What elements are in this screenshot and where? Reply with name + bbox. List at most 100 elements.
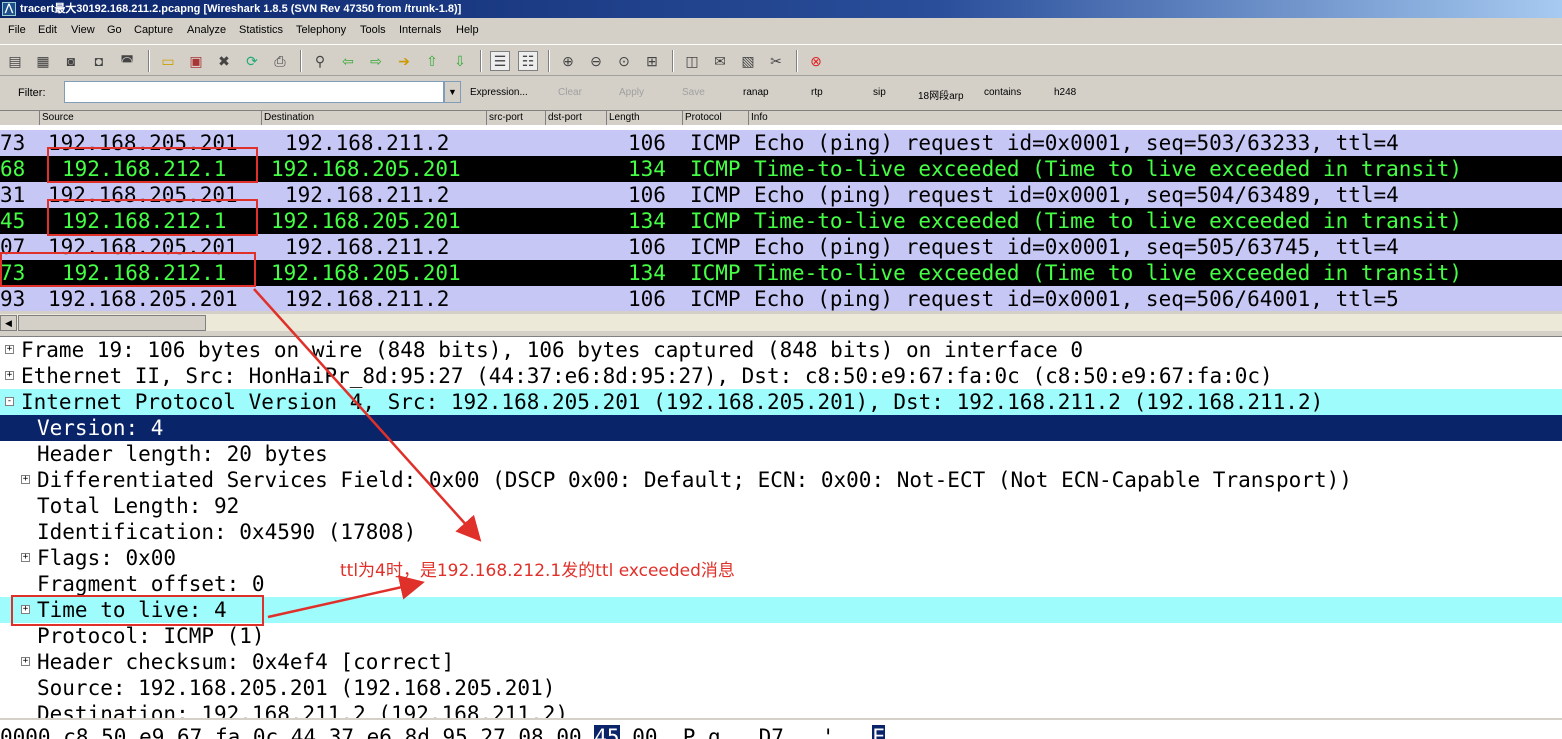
packet-protocol: ICMP — [690, 261, 741, 285]
menu-capture[interactable]: Capture — [134, 24, 173, 36]
filter-shortcut-ranap[interactable]: ranap — [743, 87, 769, 98]
menu-go[interactable]: Go — [107, 24, 122, 36]
expression-button[interactable]: Expression... — [470, 87, 528, 98]
filter-shortcut-contains[interactable]: contains — [984, 87, 1021, 98]
menu-analyze[interactable]: Analyze — [187, 24, 226, 36]
expand-icon[interactable]: + — [21, 553, 30, 562]
packet-row[interactable]: 93 192.168.205.201 192.168.211.2 106 ICM… — [0, 286, 1562, 311]
detail-source[interactable]: Source: 192.168.205.201 (192.168.205.201… — [0, 675, 1562, 701]
detail-destination[interactable]: Destination: 192.168.211.2 (192.168.211.… — [0, 701, 1562, 718]
column-protocol[interactable]: Protocol — [682, 111, 748, 125]
annotation-box — [47, 147, 258, 183]
go-first-packet-icon[interactable]: ⇧ — [422, 51, 442, 71]
detail-ethernet[interactable]: + Ethernet II, Src: HonHaiPr_8d:95:27 (4… — [0, 363, 1562, 389]
wireshark-app-icon: ⋀ — [2, 2, 16, 16]
save-file-icon[interactable]: ▣ — [186, 51, 206, 71]
save-button[interactable]: Save — [682, 87, 705, 98]
collapse-icon[interactable]: - — [5, 397, 14, 406]
menu-file[interactable]: File — [8, 24, 26, 36]
help-icon[interactable]: ⊗ — [806, 51, 826, 71]
menu-tools[interactable]: Tools — [360, 24, 386, 36]
filter-shortcut-h248[interactable]: h248 — [1054, 87, 1076, 98]
packet-length: 106 — [628, 131, 666, 155]
packet-time: 45 — [0, 209, 26, 233]
menu-telephony[interactable]: Telephony — [296, 24, 346, 36]
start-capture-icon[interactable]: ◙ — [61, 51, 81, 71]
filter-input[interactable] — [64, 81, 444, 103]
menu-view[interactable]: View — [71, 24, 95, 36]
go-forward-icon[interactable]: ⇨ — [366, 51, 386, 71]
clear-button[interactable]: Clear — [558, 87, 582, 98]
packet-list-hscrollbar[interactable]: ◀ — [0, 313, 1562, 331]
detail-checksum[interactable]: + Header checksum: 0x4ef4 [correct] — [0, 649, 1562, 675]
detail-text: Internet Protocol Version 4, Src: 192.16… — [21, 390, 1324, 414]
expand-icon[interactable]: + — [21, 657, 30, 666]
column-length[interactable]: Length — [606, 111, 682, 125]
detail-protocol[interactable]: Protocol: ICMP (1) — [0, 623, 1562, 649]
column-dst-port[interactable]: dst-port — [545, 111, 606, 125]
detail-text: Fragment offset: 0 — [37, 572, 265, 596]
packet-details: + Frame 19: 106 bytes on wire (848 bits)… — [0, 336, 1562, 718]
detail-text: Destination: 192.168.211.2 (192.168.211.… — [37, 702, 569, 718]
packet-destination: 192.168.205.201 — [271, 157, 461, 181]
apply-button[interactable]: Apply — [619, 87, 644, 98]
detail-header-length[interactable]: Header length: 20 bytes — [0, 441, 1562, 467]
expand-icon[interactable]: + — [21, 475, 30, 484]
hex-line[interactable]: 0000 c8 50 e9 67 fa 0c 44 37 e6 8d 95 27… — [0, 724, 886, 739]
close-file-icon[interactable]: ✖ — [214, 51, 234, 71]
resize-columns-icon[interactable]: ⊞ — [642, 51, 662, 71]
reload-icon[interactable]: ⟳ — [242, 51, 262, 71]
ascii-selected: E — [872, 725, 886, 739]
toolbar-separator — [672, 50, 674, 72]
column-destination[interactable]: Destination — [261, 111, 486, 125]
go-back-icon[interactable]: ⇦ — [338, 51, 358, 71]
filter-shortcut-sip[interactable]: sip — [873, 87, 886, 98]
preferences-icon[interactable]: ✂ — [766, 51, 786, 71]
menu-edit[interactable]: Edit — [38, 24, 57, 36]
menu-help[interactable]: Help — [456, 24, 479, 36]
auto-scroll-icon[interactable]: ☷ — [518, 51, 538, 71]
annotation-box — [11, 595, 264, 626]
menu-statistics[interactable]: Statistics — [239, 24, 283, 36]
options-icon[interactable]: ▦ — [33, 51, 53, 71]
interfaces-icon[interactable]: ▤ — [5, 51, 25, 71]
detail-identification[interactable]: Identification: 0x4590 (17808) — [0, 519, 1562, 545]
filter-dropdown-icon[interactable]: ▼ — [444, 81, 461, 103]
expand-icon[interactable]: + — [5, 345, 14, 354]
go-to-packet-icon[interactable]: ➔ — [394, 51, 414, 71]
detail-total-length[interactable]: Total Length: 92 — [0, 493, 1562, 519]
column-source[interactable]: Source — [39, 111, 261, 125]
open-file-icon[interactable]: ▭ — [158, 51, 178, 71]
detail-flags[interactable]: + Flags: 0x00 — [0, 545, 1562, 571]
find-packet-icon[interactable]: ⚲ — [310, 51, 330, 71]
filter-shortcut-18arp[interactable]: 18网段arp — [918, 87, 964, 102]
normal-size-icon[interactable]: ⊙ — [614, 51, 634, 71]
detail-version[interactable]: Version: 4 — [0, 415, 1562, 441]
column-info[interactable]: Info — [748, 111, 1562, 125]
zoom-in-icon[interactable]: ⊕ — [558, 51, 578, 71]
detail-text: Source: 192.168.205.201 (192.168.205.201… — [37, 676, 556, 700]
column-src-port[interactable]: src-port — [486, 111, 545, 125]
detail-ipv4[interactable]: - Internet Protocol Version 4, Src: 192.… — [0, 389, 1562, 415]
colorize-icon[interactable]: ☰ — [490, 51, 510, 71]
stop-capture-icon[interactable]: ◘ — [89, 51, 109, 71]
detail-fragment-offset[interactable]: Fragment offset: 0 — [0, 571, 1562, 597]
zoom-out-icon[interactable]: ⊖ — [586, 51, 606, 71]
scroll-thumb[interactable] — [18, 315, 206, 331]
toolbar-separator — [300, 50, 302, 72]
display-filters-icon[interactable]: ✉ — [710, 51, 730, 71]
detail-dsfield[interactable]: + Differentiated Services Field: 0x00 (D… — [0, 467, 1562, 493]
menu-internals[interactable]: Internals — [399, 24, 441, 36]
go-last-packet-icon[interactable]: ⇩ — [450, 51, 470, 71]
filter-shortcut-rtp[interactable]: rtp — [811, 87, 823, 98]
print-icon[interactable]: ⎙ — [270, 51, 290, 71]
detail-text: Header checksum: 0x4ef4 [correct] — [37, 650, 455, 674]
coloring-rules-icon[interactable]: ▧ — [738, 51, 758, 71]
expand-icon[interactable]: + — [5, 371, 14, 380]
restart-capture-icon[interactable]: ◚ — [117, 51, 137, 71]
annotation-text: ttl为4时，是192.168.212.1发的ttl exceeded消息 — [340, 561, 735, 581]
detail-frame[interactable]: + Frame 19: 106 bytes on wire (848 bits)… — [0, 337, 1562, 363]
capture-filters-icon[interactable]: ◫ — [682, 51, 702, 71]
packet-destination: 192.168.205.201 — [271, 261, 461, 285]
scroll-left-icon[interactable]: ◀ — [0, 315, 17, 331]
